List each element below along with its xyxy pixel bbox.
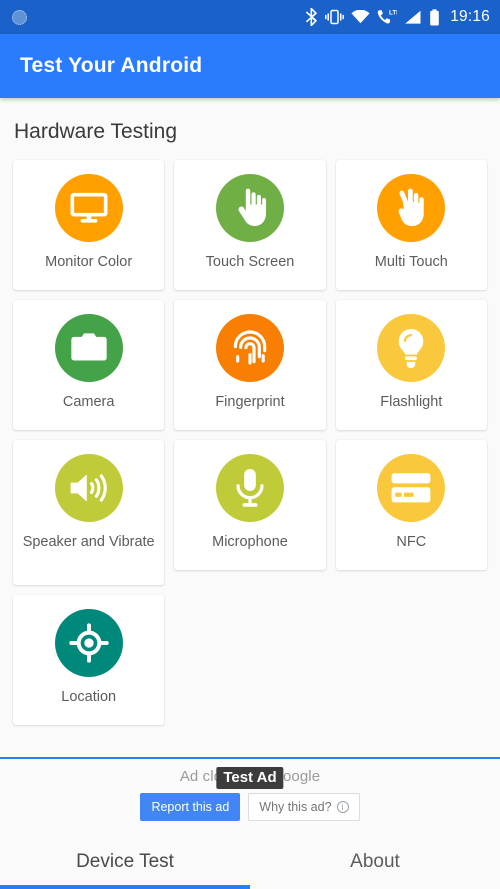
ad-action-buttons: Report this ad Why this ad? i [140, 793, 360, 821]
tile-flashlight[interactable]: Flashlight [335, 300, 487, 430]
tile-monitor-color[interactable]: Monitor Color [13, 160, 165, 290]
svg-text:LTE: LTE [389, 10, 397, 17]
cellular-signal-icon [405, 10, 421, 24]
app-notification-icon [12, 9, 27, 25]
tile-label: Flashlight [380, 394, 443, 410]
fingerprint-icon [215, 314, 284, 382]
main-content: Hardware Testing Monitor Color Touch Scr… [0, 98, 500, 757]
tile-camera[interactable]: Camera [13, 300, 165, 430]
tile-label: Microphone [212, 534, 288, 550]
app-bar: Test Your Android [0, 34, 500, 98]
bottom-tab-bar: Device Test About [0, 835, 500, 889]
status-bar-clock: 19:16 [450, 7, 490, 25]
tile-label: Fingerprint [215, 394, 285, 410]
tile-fingerprint[interactable]: Fingerprint [174, 300, 326, 430]
tile-microphone[interactable]: Microphone [174, 440, 326, 570]
app-root: LTE 19:16 Test Your Android Hardware Tes… [0, 0, 500, 889]
tile-label: Touch Screen [205, 254, 295, 270]
battery-icon [430, 8, 440, 25]
vibrate-icon [325, 9, 345, 25]
two-finger-icon [377, 174, 446, 242]
speaker-icon [54, 454, 123, 522]
status-bar-left [12, 9, 27, 25]
tab-label: About [350, 851, 400, 872]
monitor-icon [54, 174, 123, 242]
tile-label: Monitor Color [45, 254, 133, 270]
why-this-ad-label: Why this ad? [259, 800, 332, 814]
tile-nfc[interactable]: NFC [335, 440, 487, 570]
tab-about[interactable]: About [250, 835, 500, 889]
tab-label: Device Test [76, 851, 174, 872]
lightbulb-icon [377, 314, 446, 382]
camera-icon [54, 314, 123, 382]
tile-label: Camera [62, 394, 115, 410]
tile-speaker-and-vibrate[interactable]: Speaker and Vibrate [13, 440, 165, 585]
credit-card-icon [377, 454, 446, 522]
section-title: Hardware Testing [14, 120, 178, 143]
tab-device-test[interactable]: Device Test [0, 835, 250, 889]
microphone-icon [215, 454, 284, 522]
tile-label: Location [61, 689, 117, 705]
test-ad-badge: Test Ad [216, 767, 284, 789]
tile-label: Speaker and Vibrate [22, 534, 155, 550]
info-icon: i [336, 801, 349, 813]
app-title: Test Your Android [20, 54, 203, 77]
status-bar-right: LTE 19:16 [305, 8, 490, 27]
tile-location[interactable]: Location [13, 595, 165, 725]
bluetooth-icon [306, 8, 318, 26]
tile-touch-screen[interactable]: Touch Screen [174, 160, 326, 290]
tile-multi-touch[interactable]: Multi Touch [335, 160, 487, 290]
ad-banner[interactable]: Ad closed by Google Test Ad Report this … [0, 757, 500, 835]
tile-label: NFC [396, 534, 427, 550]
location-icon [54, 609, 123, 677]
why-this-ad-button[interactable]: Why this ad? i [248, 793, 360, 821]
status-bar: LTE 19:16 [0, 0, 500, 34]
lte-signal-icon: LTE [377, 10, 397, 24]
report-this-ad-button[interactable]: Report this ad [140, 793, 241, 821]
hardware-test-grid: Monitor Color Touch Screen Multi Touch C… [0, 160, 500, 725]
tile-label: Multi Touch [374, 254, 448, 270]
wifi-icon [351, 10, 370, 24]
touch-hand-icon [215, 174, 284, 242]
